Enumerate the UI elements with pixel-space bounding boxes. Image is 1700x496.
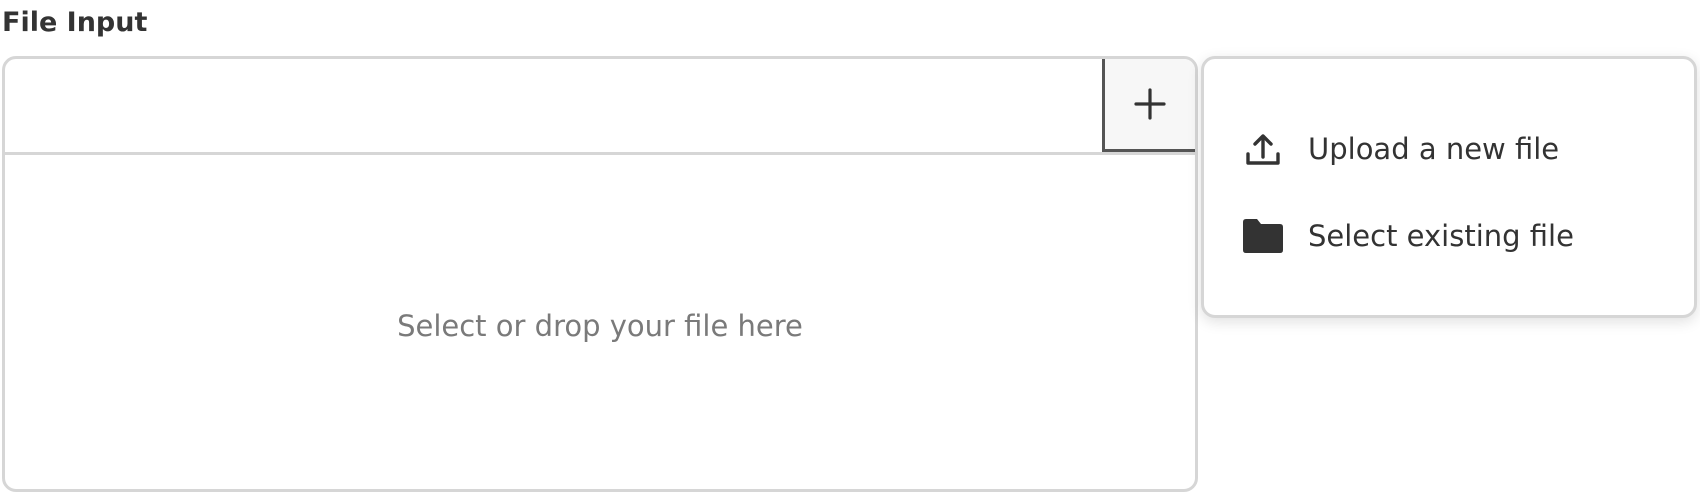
file-input-header (5, 59, 1195, 155)
menu-item-label: Upload a new file (1308, 132, 1560, 166)
add-file-button[interactable] (1102, 59, 1195, 152)
menu-item-label: Select existing file (1308, 219, 1574, 253)
file-dropzone[interactable]: Select or drop your file here (5, 155, 1195, 489)
file-input-box: Select or drop your file here (2, 56, 1198, 492)
upload-icon (1241, 127, 1285, 171)
plus-icon (1134, 88, 1166, 120)
dropzone-text: Select or drop your file here (397, 309, 803, 343)
file-input-label: File Input (2, 7, 148, 38)
menu-item-select-existing-file[interactable]: Select existing file (1204, 192, 1694, 280)
file-source-menu: Upload a new file Select existing file (1201, 56, 1697, 318)
menu-item-upload-new-file[interactable]: Upload a new file (1204, 105, 1694, 193)
folder-icon (1241, 214, 1285, 258)
